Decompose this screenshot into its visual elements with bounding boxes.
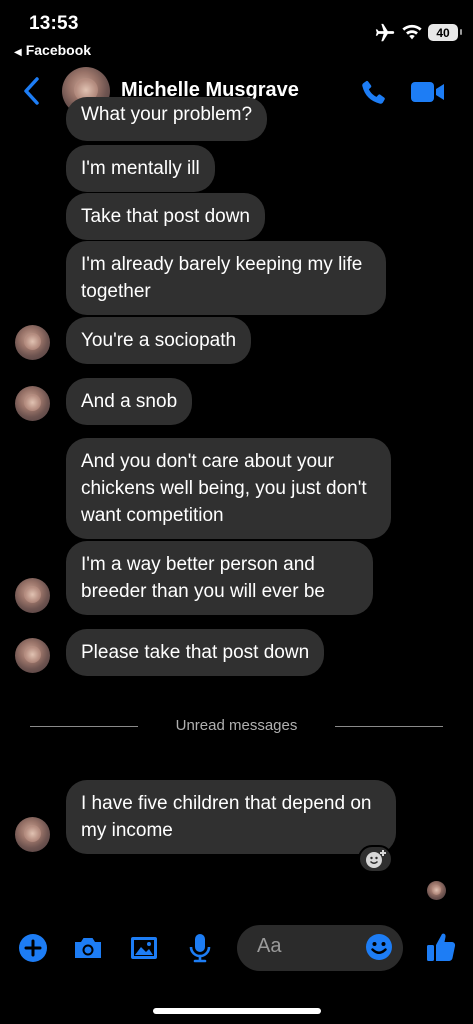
home-indicator[interactable] <box>153 1008 321 1014</box>
wifi-icon <box>402 24 422 40</box>
message-bubble[interactable]: I'm mentally ill <box>66 145 215 192</box>
sender-avatar[interactable] <box>15 817 50 852</box>
unread-messages-label: Unread messages <box>175 717 298 734</box>
sender-avatar[interactable] <box>15 386 50 421</box>
back-triangle-icon: ◀ <box>14 47 22 58</box>
add-reaction-icon <box>365 850 386 868</box>
message-bubble[interactable]: And a snob <box>66 378 193 425</box>
thumbs-up-icon[interactable] <box>425 930 457 964</box>
message-bubble[interactable]: You're a sociopath <box>66 317 252 364</box>
microphone-icon[interactable] <box>183 931 217 965</box>
battery-indicator: 40 <box>428 24 462 41</box>
camera-icon[interactable] <box>71 931 105 965</box>
emoji-icon[interactable] <box>364 932 394 962</box>
sender-avatar[interactable] <box>15 578 50 613</box>
sender-avatar[interactable] <box>15 325 50 360</box>
video-call-icon[interactable] <box>410 79 446 105</box>
sender-avatar[interactable] <box>15 638 50 673</box>
message-bubble[interactable]: What your problem? <box>66 97 268 141</box>
back-chevron-icon[interactable] <box>22 76 42 106</box>
message-bubble[interactable]: I'm a way better person and breeder than… <box>66 541 373 615</box>
message-input-placeholder: Aa <box>257 935 282 957</box>
seen-indicator-avatar <box>427 881 446 900</box>
back-to-app-link[interactable]: ◀ Facebook <box>14 42 91 58</box>
plus-icon[interactable] <box>16 931 50 965</box>
message-bubble[interactable]: I have five children that depend on my i… <box>66 780 396 854</box>
message-bubble[interactable]: Please take that post down <box>66 629 325 676</box>
add-reaction-button[interactable] <box>358 845 393 873</box>
phone-call-icon[interactable] <box>358 78 388 108</box>
airplane-mode-icon <box>375 23 395 42</box>
message-bubble[interactable]: And you don't care about your chickens w… <box>66 438 391 539</box>
message-bubble[interactable]: I'm already barely keeping my life toget… <box>66 241 386 315</box>
gallery-icon[interactable] <box>127 931 161 965</box>
status-time: 13:53 <box>29 13 79 34</box>
back-app-label: Facebook <box>25 42 92 58</box>
message-bubble[interactable]: Take that post down <box>66 193 265 240</box>
